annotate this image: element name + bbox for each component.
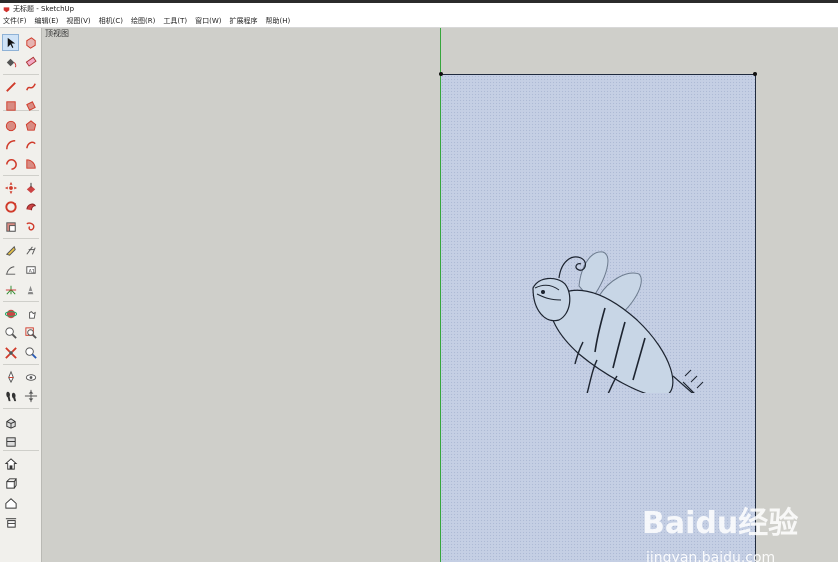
toolbar-separator [3,175,39,176]
svg-text:A1: A1 [28,268,34,274]
toolbar-separator [3,238,39,239]
view-name-label: 顶视图 [45,29,69,38]
pie-tool-icon[interactable] [22,155,39,172]
sketchup-app-icon [3,6,10,12]
push-pull-icon[interactable] [22,179,39,196]
freehand-tool-icon[interactable] [22,78,39,95]
section-plane-icon[interactable] [22,387,39,404]
menu-item-3[interactable]: 相机(C) [95,16,127,26]
orbit-tool-icon[interactable] [2,305,19,322]
zoom-window-icon[interactable] [22,324,39,341]
arc-tool-icon[interactable] [2,136,19,153]
toolbar-separator [3,450,39,451]
menu-item-8[interactable]: 帮助(H) [261,16,294,26]
eraser-icon[interactable] [22,53,39,70]
look-around-icon[interactable] [22,368,39,385]
three-point-arc-icon[interactable] [2,155,19,172]
large-tool-set-toolbar: A1 [0,28,42,562]
toolbar-separator [3,74,39,75]
line-tool-icon[interactable] [2,78,19,95]
menu-item-1[interactable]: 编辑(E) [31,16,63,26]
toolbar-separator [3,301,39,302]
offset-tool-icon[interactable] [22,218,39,235]
menu-item-4[interactable]: 绘图(R) [127,16,159,26]
right-view-icon[interactable] [2,474,19,491]
two-point-arc-icon[interactable] [22,136,39,153]
toolbar-separator [3,364,39,365]
menu-item-5[interactable]: 工具(T) [159,16,191,26]
drawing-viewport[interactable]: 顶视图 Baidu经验 jingyan.baidu.com [42,28,838,562]
bee-drawing[interactable] [487,218,717,393]
3d-text-icon[interactable] [22,281,39,298]
menu-item-7[interactable]: 扩展程序 [225,16,261,26]
zoom-tool-icon[interactable] [2,324,19,341]
tape-measure-icon[interactable] [2,242,19,259]
title-bar: 无标题 - SketchUp [0,3,838,15]
protractor-icon[interactable] [2,261,19,278]
circle-tool-icon[interactable] [2,117,19,134]
left-view-icon[interactable] [2,513,19,530]
pan-tool-icon[interactable] [22,305,39,322]
previous-view-icon[interactable] [22,344,39,361]
menu-item-2[interactable]: 视图(V) [62,16,94,26]
position-camera-icon[interactable] [2,368,19,385]
paint-bucket-icon[interactable] [2,53,19,70]
menu-bar: 文件(F) 编辑(E) 视图(V) 相机(C) 绘图(R) 工具(T) 窗口(W) 扩展程序帮… [0,15,838,28]
follow-me-icon[interactable] [22,198,39,215]
menu-item-0[interactable]: 文件(F) [0,16,31,26]
rotate-tool-icon[interactable] [2,198,19,215]
text-tool-icon[interactable]: A1 [22,261,39,278]
select-tool-icon[interactable] [2,34,19,51]
rectangle-tool-icon[interactable] [2,97,19,114]
move-tool-icon[interactable] [2,179,19,196]
vertex-top-right [753,72,757,76]
walk-tool-icon[interactable] [2,387,19,404]
dimension-tool-icon[interactable] [22,242,39,259]
scale-tool-icon[interactable] [2,218,19,235]
make-component-icon[interactable] [22,34,39,51]
zoom-extents-icon[interactable] [2,344,19,361]
vertex-top-left [439,72,443,76]
front-view-icon[interactable] [2,455,19,472]
rotated-rectangle-icon[interactable] [22,97,39,114]
menu-item-6[interactable]: 窗口(W) [191,16,225,26]
window-title: 无标题 - SketchUp [13,5,75,13]
back-view-icon[interactable] [2,494,19,511]
polygon-tool-icon[interactable] [22,117,39,134]
top-view-icon[interactable] [2,433,19,450]
iso-view-icon[interactable] [2,414,19,431]
axes-tool-icon[interactable] [2,281,19,298]
toolbar-separator [3,408,39,409]
